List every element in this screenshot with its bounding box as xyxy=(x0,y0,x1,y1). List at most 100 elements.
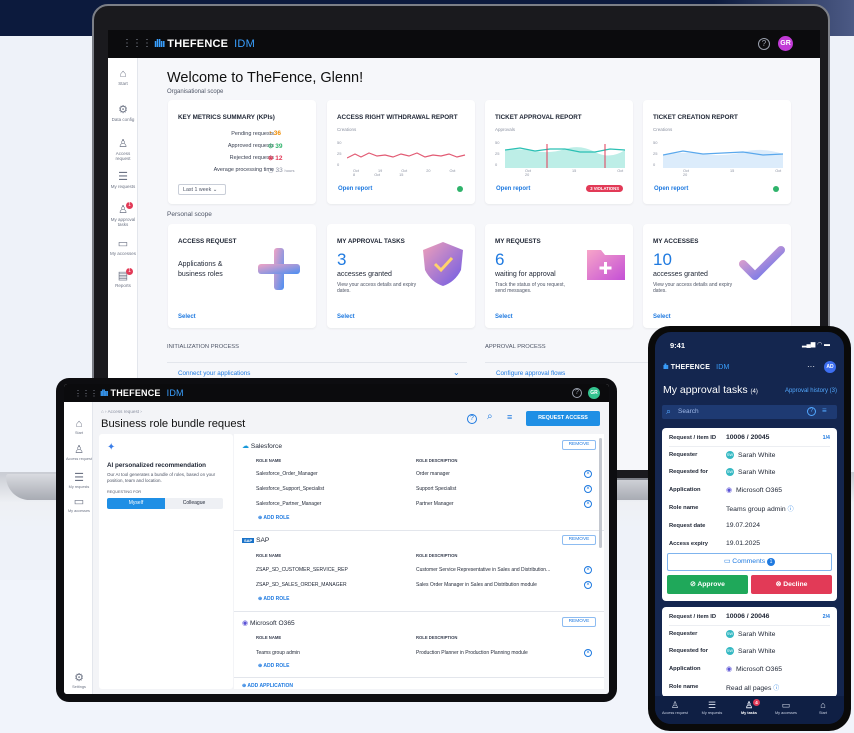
help-icon[interactable]: ? xyxy=(807,407,816,416)
open-report-link[interactable]: Open report xyxy=(496,186,530,192)
myself-toggle[interactable]: Myself xyxy=(107,498,165,509)
sidebar-item-reports[interactable]: ▤ Reports 1 xyxy=(108,268,138,288)
sidebar-item-start[interactable]: ⌂ Start xyxy=(64,418,94,435)
configure-flows-link[interactable]: Configure approval flows xyxy=(496,370,565,377)
remove-app-button[interactable]: REMOVE xyxy=(562,535,596,545)
sidebar-item-my-requests[interactable]: ☰ My requests xyxy=(108,171,138,189)
add-role-button[interactable]: ⊕ ADD ROLE xyxy=(258,515,290,521)
tick-label: 0 xyxy=(495,162,498,167)
sidebar-item-settings[interactable]: ⚙ Settings xyxy=(64,672,94,689)
colleague-toggle[interactable]: Colleague xyxy=(165,498,223,509)
select-link[interactable]: Select xyxy=(178,314,196,320)
select-link[interactable]: Select xyxy=(653,314,671,320)
column-header: ROLE NAME xyxy=(256,635,282,640)
tablet-topbar: ⋮⋮⋮ ıllıı THEFENCE IDM ? GR xyxy=(64,384,609,402)
nav-access-request[interactable]: ♙ Access request xyxy=(657,700,693,715)
more-icon[interactable]: ··· xyxy=(807,362,815,371)
help-icon[interactable]: ? xyxy=(467,414,477,424)
person-add-icon: ♙ xyxy=(74,444,84,456)
approval-history-link[interactable]: Approval history (3) xyxy=(785,388,837,394)
period-select[interactable]: Last 1 week ⌄ xyxy=(178,184,226,195)
user-avatar[interactable]: GR xyxy=(588,387,600,399)
my-requests-card[interactable]: MY REQUESTS 6 waiting for approval Track… xyxy=(485,224,633,328)
sidebar-item-my-approval-tasks[interactable]: ♙ My approval tasks 1 xyxy=(108,202,138,227)
decline-button[interactable]: ⊗ Decline xyxy=(751,575,832,594)
kpi-value: ⊙ 39 xyxy=(268,143,283,150)
nav-my-accesses[interactable]: ▭ My accesses xyxy=(768,700,804,715)
add-application-button[interactable]: ⊕ ADD APPLICATION xyxy=(242,683,293,689)
role-value: Read all pages ⓘ xyxy=(726,685,780,692)
sidebar-item-data-config[interactable]: ⚙ Data config xyxy=(108,104,138,122)
connect-apps-link[interactable]: Connect your applications xyxy=(178,370,250,377)
remove-role-icon[interactable]: × xyxy=(584,500,592,508)
folder-icon: ▭ xyxy=(73,496,85,508)
request-access-button[interactable]: REQUEST ACCESS xyxy=(526,411,600,426)
o365-logo: ◉ xyxy=(726,487,732,494)
remove-app-button[interactable]: REMOVE xyxy=(562,440,596,450)
field-label: Role name xyxy=(669,505,699,511)
remove-role-icon[interactable]: × xyxy=(584,485,592,493)
nav-my-tasks[interactable]: ♙ My tasks 4 xyxy=(731,699,767,715)
sidebar-item-my-requests[interactable]: ☰ My requests xyxy=(64,472,94,489)
field-label: Request / item ID xyxy=(669,435,717,441)
init-process-title: INITIALIZATION PROCESS xyxy=(167,344,240,350)
user-avatar[interactable]: GR xyxy=(778,36,793,51)
field-label: Requester xyxy=(669,631,698,637)
org-scope-label: Organisational scope xyxy=(167,89,224,95)
comment-count-badge: 1 xyxy=(767,558,776,566)
user-avatar[interactable]: AD xyxy=(824,361,836,373)
tablet-sidebar: ⌂ Start ♙ Access request ☰ My requests ▭ My … xyxy=(64,402,93,694)
plus-icon xyxy=(258,248,300,290)
avatar: SW xyxy=(726,630,734,638)
scrollbar[interactable] xyxy=(599,438,602,548)
add-role-button[interactable]: ⊕ ADD ROLE xyxy=(258,663,290,669)
help-icon[interactable]: ? xyxy=(758,38,770,50)
role-desc: Support Specialist xyxy=(416,486,457,492)
sidebar-item-my-accesses[interactable]: ▭ My accesses xyxy=(64,496,94,513)
filter-icon[interactable]: ≡ xyxy=(822,406,827,415)
remove-role-icon[interactable]: × xyxy=(584,470,592,478)
chevron-down-icon[interactable]: ⌄ xyxy=(453,368,460,377)
remove-role-icon[interactable]: × xyxy=(584,566,592,574)
approve-button[interactable]: ⊘ Approve xyxy=(667,575,748,594)
app-grid-icon[interactable]: ⋮⋮⋮ xyxy=(74,388,98,400)
open-report-link[interactable]: Open report xyxy=(654,186,688,192)
card-desc: View your access details and expiry date… xyxy=(653,282,733,294)
approval-icon: ♙ xyxy=(744,700,754,710)
tick-label: 50 xyxy=(495,140,500,145)
requested-for-value: SW Sarah White xyxy=(726,647,776,655)
app-header: ◉ Microsoft O365 xyxy=(242,620,295,627)
sidebar-item-access-request[interactable]: ♙ Access request xyxy=(108,138,138,161)
column-header: ROLE DESCRIPTION xyxy=(416,553,458,558)
access-request-card[interactable]: ACCESS REQUEST Applications & business r… xyxy=(168,224,316,328)
nav-my-requests[interactable]: ☰ My requests xyxy=(694,700,730,715)
sidebar-item-my-accesses[interactable]: ▭ My accesses xyxy=(108,238,138,256)
add-role-button[interactable]: ⊕ ADD ROLE xyxy=(258,596,290,602)
remove-role-icon[interactable]: × xyxy=(584,649,592,657)
open-report-link[interactable]: Open report xyxy=(338,186,372,192)
remove-role-icon[interactable]: × xyxy=(584,581,592,589)
search-input[interactable]: ⌕ Search ? ≡ xyxy=(662,405,837,419)
role-bundle-panel: ☁ Salesforce REMOVE ROLE NAME ROLE DESCR… xyxy=(234,434,604,689)
tick-label: 50 xyxy=(653,140,658,145)
search-icon[interactable]: ⌕ xyxy=(487,411,493,422)
requester-value: SW Sarah White xyxy=(726,630,776,638)
phone-screen: 9:41 ▂▄▆ ◠ ▬ ıllıı THEFENCE IDM ··· AD My … xyxy=(655,332,844,724)
help-icon[interactable]: ? xyxy=(572,388,582,398)
approval-tasks-card[interactable]: MY APPROVAL TASKS 3 accesses granted Vie… xyxy=(327,224,475,328)
select-link[interactable]: Select xyxy=(337,314,355,320)
select-link[interactable]: Select xyxy=(495,314,513,320)
card-title: ACCESS REQUEST xyxy=(178,238,237,245)
avatar: SW xyxy=(726,647,734,655)
sidebar-item-start[interactable]: ⌂ Start xyxy=(108,68,138,86)
remove-app-button[interactable]: REMOVE xyxy=(562,617,596,627)
role-name: Teams group admin xyxy=(256,650,300,656)
nav-start[interactable]: ⌂ Start xyxy=(805,700,841,715)
app-grid-icon[interactable]: ⋮⋮⋮ xyxy=(122,38,152,50)
my-accesses-card[interactable]: MY ACCESSES 10 accesses granted View you… xyxy=(643,224,791,328)
filter-icon[interactable]: ≡ xyxy=(507,412,512,422)
role-name: Salesforce_Support_Specialist xyxy=(256,486,325,492)
application-value: ◉ Microsoft O365 xyxy=(726,487,783,494)
sidebar-item-access-request[interactable]: ♙ Access request xyxy=(64,444,94,461)
comments-button[interactable]: ▭ Comments 1 xyxy=(667,553,832,571)
